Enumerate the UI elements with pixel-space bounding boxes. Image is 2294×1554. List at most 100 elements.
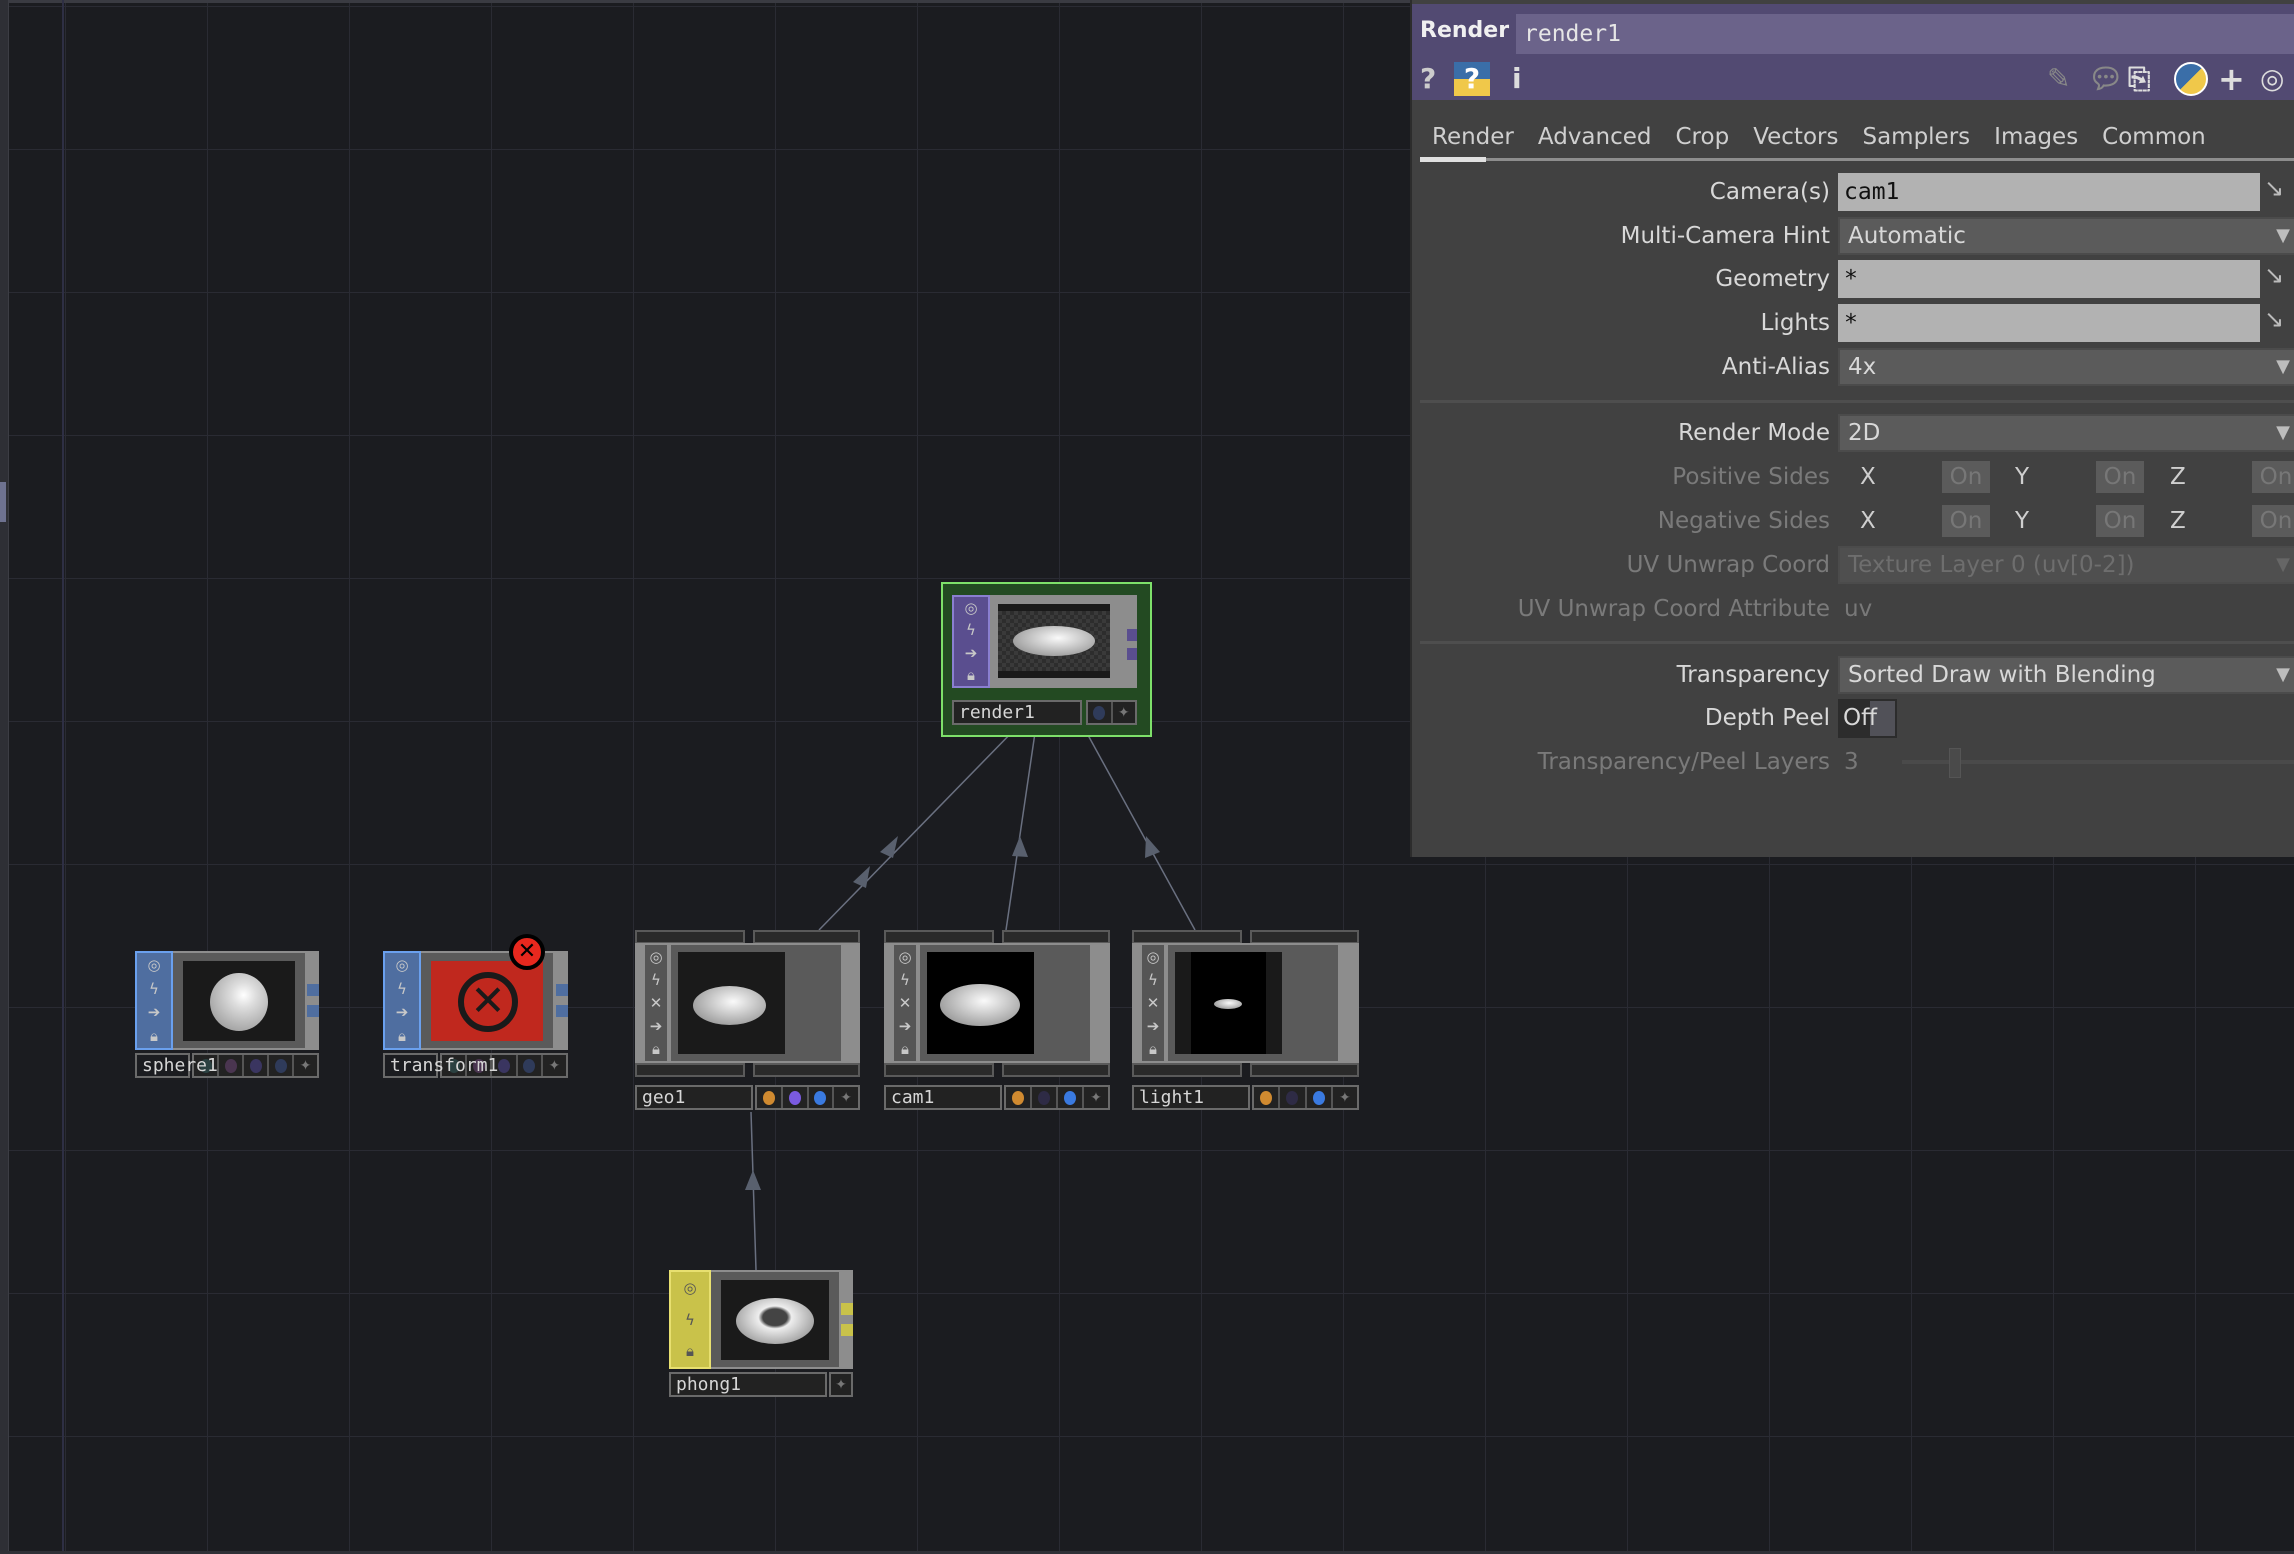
flag-dot[interactable] bbox=[269, 1055, 294, 1076]
flag-dot[interactable] bbox=[518, 1055, 543, 1076]
node-label[interactable]: transform1 bbox=[383, 1053, 438, 1078]
viewer-icon[interactable]: ◎ bbox=[1142, 946, 1164, 967]
cameras-input[interactable]: cam1 bbox=[1838, 173, 2260, 211]
transparency-dropdown[interactable]: Sorted Draw with Blending▼ bbox=[1838, 656, 2294, 694]
lock-icon[interactable]: 🔒︎ bbox=[954, 665, 988, 685]
python-icon[interactable] bbox=[2174, 62, 2208, 96]
display-icon[interactable]: ➔ bbox=[954, 643, 988, 663]
viewer-icon[interactable]: ◎ bbox=[894, 946, 916, 967]
node-transform1[interactable]: ◎ ϟ ➔ 🔒︎ ✕ ✕ ✦ transform1 bbox=[383, 951, 568, 1078]
flag-star-icon[interactable]: ✦ bbox=[543, 1055, 566, 1076]
display-icon[interactable]: ➔ bbox=[137, 1002, 171, 1024]
flag-dot[interactable] bbox=[244, 1055, 269, 1076]
node-cam1[interactable]: ◎ϟ✕➔🔒︎ cam1 ✦ bbox=[884, 930, 1110, 1113]
wire-phong1-geo1[interactable] bbox=[751, 1112, 756, 1270]
display-icon[interactable]: ➔ bbox=[1142, 1016, 1164, 1037]
flag-dot[interactable] bbox=[757, 1087, 783, 1108]
node-geo1[interactable]: ◎ϟ✕➔🔒︎ geo1 ✦ bbox=[635, 930, 860, 1113]
tab-vectors[interactable]: Vectors bbox=[1741, 120, 1850, 162]
viewer-icon[interactable]: ◎ bbox=[385, 954, 419, 976]
operator-name-field[interactable]: render1 bbox=[1516, 14, 2294, 54]
lights-input[interactable]: * bbox=[1838, 304, 2260, 342]
clone-icon[interactable]: ✕ bbox=[894, 992, 916, 1013]
positive-x-toggle[interactable]: On bbox=[1942, 461, 1990, 493]
flag-star-icon[interactable]: ✦ bbox=[1113, 702, 1136, 723]
help-icon[interactable]: ? bbox=[1420, 62, 1436, 96]
uv-attr-value[interactable]: uv bbox=[1844, 589, 1872, 629]
info-icon[interactable]: i bbox=[1512, 62, 1522, 96]
multi-camera-hint-dropdown[interactable]: Automatic▼ bbox=[1838, 217, 2294, 255]
bypass-icon[interactable]: ϟ bbox=[671, 1305, 709, 1335]
flag-dot[interactable] bbox=[809, 1087, 835, 1108]
render-mode-dropdown[interactable]: 2D▼ bbox=[1838, 414, 2294, 452]
tab-samplers[interactable]: Samplers bbox=[1850, 120, 1982, 162]
display-icon[interactable]: ➔ bbox=[385, 1002, 419, 1024]
node-label[interactable]: cam1 bbox=[884, 1085, 1002, 1110]
drop-target-arrow-icon[interactable]: ↘ bbox=[2264, 261, 2294, 291]
node-render1[interactable]: ◎ ϟ ➔ 🔒︎ render1 ✦ bbox=[941, 582, 1152, 737]
wire-light1-render1[interactable] bbox=[1083, 726, 1195, 930]
flag-dot[interactable] bbox=[1280, 1087, 1306, 1108]
negative-x-toggle[interactable]: On bbox=[1942, 505, 1990, 537]
drop-target-arrow-icon[interactable]: ↘ bbox=[2264, 305, 2294, 335]
flag-dot[interactable] bbox=[1058, 1087, 1084, 1108]
bypass-icon[interactable]: ϟ bbox=[1142, 969, 1164, 990]
error-badge-icon[interactable]: ✕ bbox=[509, 934, 545, 970]
positive-z-toggle[interactable]: On bbox=[2252, 461, 2294, 493]
tab-common[interactable]: Common bbox=[2090, 120, 2218, 162]
clipboard-icon[interactable]: ⎘ bbox=[2128, 62, 2150, 96]
drop-target-arrow-icon[interactable]: ↘ bbox=[2264, 174, 2294, 204]
tab-render[interactable]: Render bbox=[1420, 120, 1526, 162]
comment-icon[interactable]: 💬︎ bbox=[2088, 62, 2124, 96]
add-icon[interactable]: + bbox=[2218, 62, 2245, 96]
depth-peel-toggle[interactable]: Off bbox=[1838, 699, 1897, 738]
flag-dot[interactable] bbox=[1006, 1087, 1032, 1108]
lock-icon[interactable]: 🔒︎ bbox=[671, 1336, 709, 1366]
viewer-icon[interactable]: ◎ bbox=[954, 598, 988, 618]
flag-dot[interactable] bbox=[219, 1055, 244, 1076]
negative-z-toggle[interactable]: On bbox=[2252, 505, 2294, 537]
positive-y-toggle[interactable]: On bbox=[2096, 461, 2144, 493]
display-icon[interactable]: ➔ bbox=[645, 1016, 667, 1037]
tab-crop[interactable]: Crop bbox=[1664, 120, 1742, 162]
tab-images[interactable]: Images bbox=[1982, 120, 2090, 162]
lock-icon[interactable]: 🔒︎ bbox=[385, 1025, 419, 1047]
target-icon[interactable]: ◎ bbox=[2260, 62, 2284, 96]
node-light1[interactable]: ◎ϟ✕ ➔🔒︎ light1 ✦ bbox=[1132, 930, 1359, 1113]
wire-cam1-render1[interactable] bbox=[1006, 726, 1036, 930]
wire-geo1-render1[interactable] bbox=[819, 726, 1018, 930]
lock-icon[interactable]: 🔒︎ bbox=[1142, 1039, 1164, 1060]
tab-advanced[interactable]: Advanced bbox=[1526, 120, 1664, 162]
lock-icon[interactable]: 🔒︎ bbox=[137, 1025, 171, 1047]
uv-unwrap-coord-dropdown[interactable]: Texture Layer 0 (uv[0-2])▼ bbox=[1838, 546, 2294, 584]
bypass-icon[interactable]: ϟ bbox=[894, 969, 916, 990]
flag-dot[interactable] bbox=[783, 1087, 809, 1108]
flag-star-icon[interactable]: ✦ bbox=[1084, 1087, 1108, 1108]
node-label[interactable]: geo1 bbox=[635, 1085, 753, 1110]
node-sphere1[interactable]: ◎ ϟ ➔ 🔒︎ ✦ sphere1 bbox=[135, 951, 319, 1078]
node-label[interactable]: light1 bbox=[1132, 1085, 1250, 1110]
bypass-icon[interactable]: ϟ bbox=[954, 620, 988, 640]
edit-icon[interactable]: ✎ bbox=[2047, 62, 2070, 96]
bypass-icon[interactable]: ϟ bbox=[385, 978, 419, 1000]
python-help-icon[interactable]: ? bbox=[1454, 62, 1490, 96]
geometry-input[interactable]: * bbox=[1838, 260, 2260, 298]
flag-star-icon[interactable]: ✦ bbox=[1333, 1087, 1357, 1108]
flag-star-icon[interactable]: ✦ bbox=[834, 1087, 858, 1108]
anti-alias-dropdown[interactable]: 4x▼ bbox=[1838, 348, 2294, 386]
flag-star-icon[interactable]: ✦ bbox=[831, 1374, 851, 1395]
flag-star-icon[interactable]: ✦ bbox=[294, 1055, 317, 1076]
node-label[interactable]: phong1 bbox=[669, 1372, 827, 1397]
node-label[interactable]: render1 bbox=[952, 700, 1082, 725]
peel-layers-value[interactable]: 3 bbox=[1844, 742, 1859, 782]
flag-dot[interactable] bbox=[1088, 702, 1113, 723]
clone-icon[interactable]: ✕ bbox=[1142, 992, 1164, 1013]
lock-icon[interactable]: 🔒︎ bbox=[645, 1039, 667, 1060]
viewer-icon[interactable]: ◎ bbox=[137, 954, 171, 976]
node-label[interactable]: sphere1 bbox=[135, 1053, 190, 1078]
bypass-icon[interactable]: ϟ bbox=[137, 978, 171, 1000]
flag-dot[interactable] bbox=[1032, 1087, 1058, 1108]
display-icon[interactable]: ➔ bbox=[894, 1016, 916, 1037]
flag-dot[interactable] bbox=[1307, 1087, 1333, 1108]
viewer-icon[interactable]: ◎ bbox=[645, 946, 667, 967]
